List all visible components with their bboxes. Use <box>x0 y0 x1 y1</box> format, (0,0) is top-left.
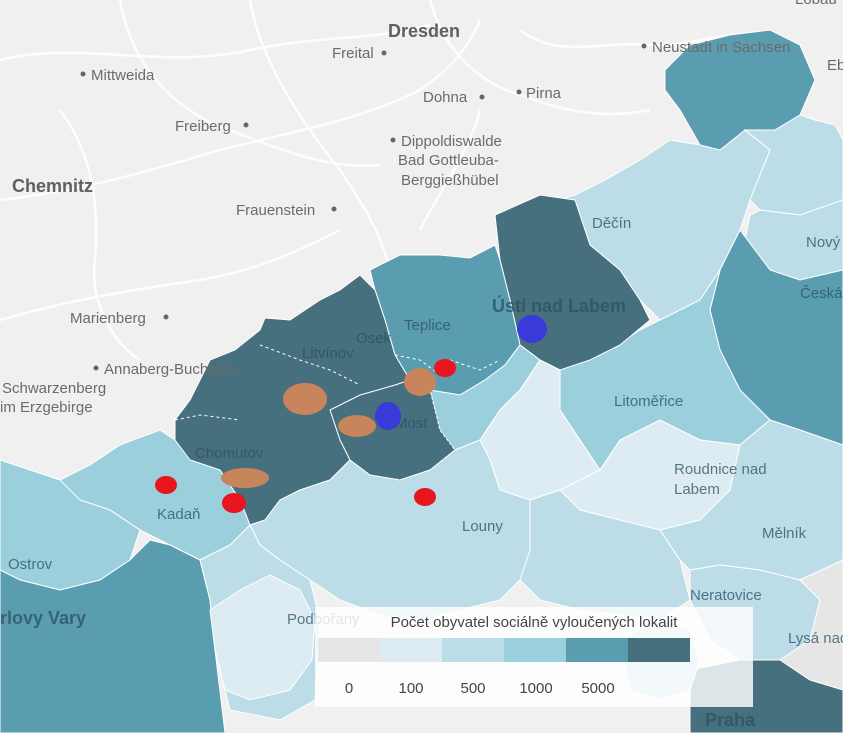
label-lysa: Lysá nad <box>788 630 843 647</box>
label-dresden: Dresden <box>388 21 460 41</box>
label-decin: Děčín <box>592 215 631 232</box>
label-freital: Freital <box>332 45 374 62</box>
label-litvinov: Litvínov <box>302 345 354 362</box>
label-praha: Praha <box>705 710 756 730</box>
label-litomerice: Litoměřice <box>614 393 683 410</box>
marker-red[interactable] <box>155 476 177 494</box>
legend-label-1000: 1000 <box>519 680 553 697</box>
label-kadan: Kadaň <box>157 506 200 523</box>
label-chomutov: Chomutov <box>195 445 264 462</box>
label-karlovy-vary: rlovy Vary <box>0 608 86 628</box>
label-lobau: Löbau <box>795 0 837 8</box>
label-novy-bor: Nový <box>806 234 841 251</box>
label-usti: Ústí nad Labem <box>492 295 626 316</box>
marker-orange[interactable] <box>404 368 436 396</box>
label-melnik: Mělník <box>762 525 807 542</box>
marker-red[interactable] <box>222 493 246 513</box>
label-roudnice-1: Roudnice nad <box>674 461 767 478</box>
label-ostrov: Ostrov <box>8 556 53 573</box>
label-mittweida: Mittweida <box>91 67 155 84</box>
marker-orange[interactable] <box>338 415 376 437</box>
marker-red[interactable] <box>414 488 436 506</box>
legend-label-100: 100 <box>398 680 424 697</box>
label-annaberg: Annaberg-Buchholz <box>104 361 236 378</box>
label-neratovice: Neratovice <box>690 587 762 604</box>
label-chemnitz: Chemnitz <box>12 176 93 196</box>
legend-title: Počet obyvatel sociálně vyloučených loka… <box>390 614 678 631</box>
label-marienberg: Marienberg <box>70 310 146 327</box>
label-teplice: Teplice <box>404 317 451 334</box>
legend-label-500: 500 <box>460 680 486 697</box>
label-louny: Louny <box>462 518 503 535</box>
label-schwarzenberg-1: Schwarzenberg <box>2 380 106 397</box>
legend-label-0: 0 <box>344 680 354 697</box>
label-dohna: Dohna <box>423 89 468 106</box>
legend-labels: 0 100 500 1000 5000 <box>315 680 753 700</box>
label-neustadt: Neustadt in Sachsen <box>652 39 790 56</box>
label-bad-gottleuba-2: Berggießhübel <box>401 172 499 189</box>
label-freiberg: Freiberg <box>175 118 231 135</box>
label-pirna: Pirna <box>526 85 562 102</box>
legend-swatch-100 <box>380 638 442 662</box>
marker-blue[interactable] <box>517 315 547 343</box>
marker-red[interactable] <box>434 359 456 377</box>
label-schwarzenberg-2: im Erzgebirge <box>0 399 93 416</box>
label-osek: Osek <box>356 330 392 347</box>
legend-swatch-500 <box>442 638 504 662</box>
choropleth-map[interactable]: Dresden Freital Neustadt in Sachsen Eb L… <box>0 0 843 733</box>
label-frauenstein: Frauenstein <box>236 202 315 219</box>
label-dippoldiswalde: Dippoldiswalde <box>401 133 502 150</box>
legend-swatch-1000 <box>504 638 566 662</box>
legend-swatch-5000 <box>566 638 628 662</box>
map-legend: Počet obyvatel sociálně vyloučených loka… <box>315 607 753 707</box>
label-ebersbach: Eb <box>827 57 843 74</box>
legend-color-bar <box>318 638 690 662</box>
legend-swatch-0 <box>318 638 380 662</box>
marker-orange[interactable] <box>283 383 327 415</box>
marker-blue[interactable] <box>375 402 401 430</box>
legend-swatch-max <box>628 638 690 662</box>
label-ceska-lipa: Česká <box>800 285 843 302</box>
marker-orange[interactable] <box>221 468 269 488</box>
legend-label-5000: 5000 <box>581 680 615 697</box>
label-bad-gottleuba-1: Bad Gottleuba- <box>398 152 499 169</box>
label-roudnice-2: Labem <box>674 481 720 498</box>
